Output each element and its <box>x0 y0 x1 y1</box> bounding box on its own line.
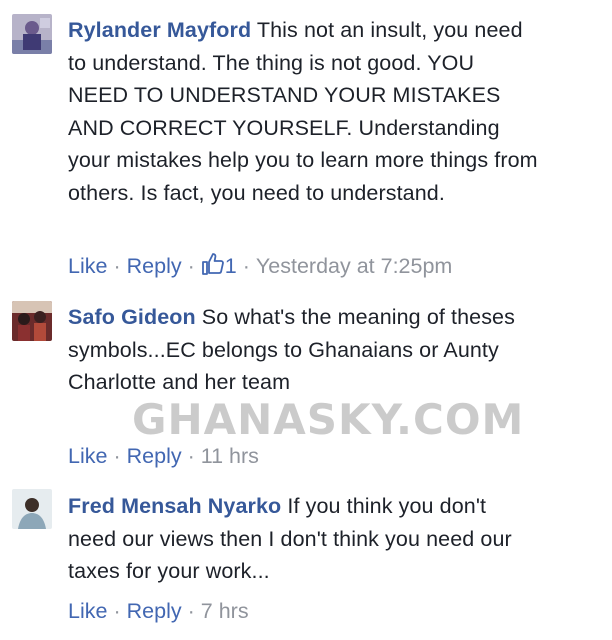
comment-text: This not an insult, you need to understa… <box>68 18 538 205</box>
comment-body: Rylander Mayford This not an insult, you… <box>68 14 538 209</box>
reply-link[interactable]: Reply <box>127 599 182 623</box>
like-link[interactable]: Like <box>68 444 107 468</box>
comment-actions: Like · Reply · 1 · Yesterday at 7:25pm <box>68 252 453 278</box>
avatar[interactable] <box>12 489 52 529</box>
comment-body: Fred Mensah Nyarko If you think you don'… <box>68 490 538 588</box>
comment-actions: Like · Reply · 7 hrs <box>68 599 249 623</box>
like-count: 1 <box>224 254 237 278</box>
timestamp[interactable]: Yesterday at 7:25pm <box>256 254 452 278</box>
like-link[interactable]: Like <box>68 599 107 623</box>
reply-link[interactable]: Reply <box>127 444 182 468</box>
comment-author[interactable]: Safo Gideon <box>68 305 196 329</box>
timestamp[interactable]: 11 hrs <box>201 444 259 468</box>
comment-author[interactable]: Fred Mensah Nyarko <box>68 494 281 518</box>
reply-link[interactable]: Reply <box>127 254 182 278</box>
comment-author[interactable]: Rylander Mayford <box>68 18 251 42</box>
thumbs-up-icon <box>201 252 225 276</box>
like-link[interactable]: Like <box>68 254 107 278</box>
comment-body: Safo Gideon So what's the meaning of the… <box>68 301 538 399</box>
timestamp[interactable]: 7 hrs <box>201 599 249 623</box>
reaction-count[interactable]: 1 <box>201 252 237 278</box>
avatar[interactable] <box>12 301 52 341</box>
watermark: GHANASKY.COM <box>132 395 525 444</box>
avatar[interactable] <box>12 14 52 54</box>
comment-actions: Like · Reply · 11 hrs <box>68 444 259 468</box>
